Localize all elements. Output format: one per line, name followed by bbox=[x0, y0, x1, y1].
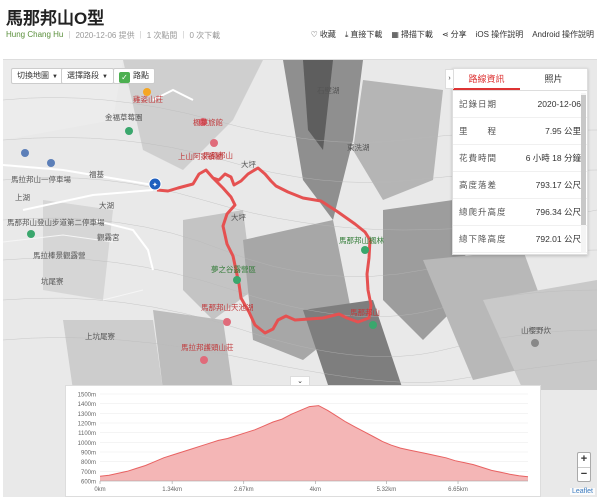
y-tick-label: 1100m bbox=[78, 431, 96, 437]
divider: | bbox=[182, 30, 185, 39]
y-tick-label: 1400m bbox=[78, 402, 96, 408]
info-row: 總爬升高度 796.34 公尺 bbox=[453, 199, 587, 226]
info-row: 里 程 7.95 公里 bbox=[453, 118, 587, 145]
x-tick-label: 2.67km bbox=[234, 487, 254, 493]
peak-pin-icon[interactable] bbox=[369, 321, 377, 329]
chevron-down-icon: ▼ bbox=[102, 74, 108, 80]
camp-pin-icon[interactable] bbox=[27, 230, 35, 238]
android-help-link[interactable]: Android 操作說明 bbox=[532, 29, 594, 40]
map-label: 金福草莓園 bbox=[105, 112, 143, 122]
restaurant-pin-icon[interactable] bbox=[210, 139, 218, 147]
map-label: 楓葉旅館 bbox=[193, 117, 223, 127]
x-tick-label: 5.32km bbox=[377, 487, 397, 493]
y-tick-label: 900m bbox=[81, 451, 96, 457]
divider: | bbox=[139, 30, 142, 39]
map-label: 夢之谷露營區 bbox=[211, 264, 256, 274]
map-label: 上湖 bbox=[15, 193, 30, 202]
switch-map-dropdown[interactable]: 切換地圖 ▼ bbox=[11, 68, 64, 84]
start-marker[interactable]: ✦ bbox=[148, 177, 162, 191]
zoom-out-button[interactable]: − bbox=[578, 467, 590, 481]
map-label: 山櫻野炊 bbox=[521, 325, 551, 335]
map-label: 馬那邦山 bbox=[203, 150, 233, 160]
route-info-panel: › 路線資訊 照片 記錄日期 2020-12-06 里 程 7.95 公里 花費時間… bbox=[445, 68, 588, 255]
y-tick-label: 600m bbox=[81, 480, 96, 486]
map-label: 石壁湖 bbox=[317, 85, 340, 95]
panel-collapse-button[interactable]: › bbox=[445, 69, 454, 89]
chevron-down-icon: ▼ bbox=[52, 74, 58, 80]
checkmark-icon: ✓ bbox=[119, 72, 130, 83]
x-tick-label: 1.34km bbox=[162, 487, 182, 493]
click-count: 1 次點閱 bbox=[146, 31, 178, 40]
qr-code-icon: ▦ bbox=[391, 30, 399, 39]
panel-tabs: 路線資訊 照片 bbox=[453, 69, 587, 91]
divider: | bbox=[68, 30, 71, 39]
y-tick-label: 1500m bbox=[78, 393, 96, 399]
y-tick-label: 1300m bbox=[78, 412, 96, 418]
zoom-in-button[interactable]: + bbox=[578, 453, 590, 467]
y-tick-label: 700m bbox=[81, 470, 96, 476]
direct-download-button[interactable]: ⤓ 直接下載 bbox=[345, 29, 383, 40]
attribution-link[interactable]: Leaflet bbox=[569, 488, 595, 495]
ios-help-link[interactable]: iOS 操作說明 bbox=[476, 29, 524, 40]
select-route-dropdown[interactable]: 選擇路段 ▼ bbox=[61, 68, 114, 84]
action-bar: ♡ 收藏 ⤓ 直接下載 ▦ 掃描下載 ⋖ 分享 iOS 操作說明 Android 操作說… bbox=[311, 29, 594, 40]
camp-pin-icon[interactable] bbox=[233, 276, 241, 284]
map-label: 馬那邦山 bbox=[350, 307, 380, 317]
waypoint-toggle[interactable]: ✓ 路點 bbox=[113, 68, 155, 84]
map-label: 大湖 bbox=[99, 200, 114, 210]
lodge-pin-icon[interactable] bbox=[200, 356, 208, 364]
download-count: 0 次下載 bbox=[189, 31, 221, 40]
y-tick-label: 800m bbox=[81, 460, 96, 466]
map-label: 馬拉棒景觀露營 bbox=[33, 250, 86, 260]
tab-route-info[interactable]: 路線資訊 bbox=[453, 69, 520, 90]
info-row: 總下降高度 792.01 公尺 bbox=[453, 226, 587, 253]
parking-pin-icon[interactable] bbox=[21, 149, 29, 157]
elevation-chart[interactable]: 1500m 1400m 1300m 1200m 1100m 1000m 900m 800m 70… bbox=[65, 385, 541, 497]
author-link[interactable]: Hung Chang Hu bbox=[6, 30, 63, 41]
scan-download-button[interactable]: ▦ 掃描下載 bbox=[391, 29, 433, 40]
y-tick-label: 1000m bbox=[78, 441, 96, 447]
map-label: 上坑尾寮 bbox=[85, 331, 115, 341]
info-row: 記錄日期 2020-12-06 bbox=[453, 91, 587, 118]
lake-pin-icon[interactable] bbox=[223, 318, 231, 326]
zoom-control: + − bbox=[577, 452, 591, 482]
map-label: 馬拉邦護頭山莊 bbox=[181, 342, 234, 352]
info-row: 花費時間 6 小時 18 分鐘 bbox=[453, 145, 587, 172]
map-label: 東洗湖 bbox=[347, 142, 370, 152]
elevation-svg: 1500m 1400m 1300m 1200m 1100m 1000m 900m 800m 70… bbox=[78, 393, 529, 493]
park-pin-icon[interactable] bbox=[125, 127, 133, 135]
map-label: 馬那邦山天池湖 bbox=[201, 302, 254, 312]
heart-icon: ♡ bbox=[310, 30, 318, 39]
download-icon: ⤓ bbox=[344, 30, 349, 39]
upload-date: 2020-12-06 提供 bbox=[75, 31, 135, 40]
svg-text:✦: ✦ bbox=[152, 181, 158, 189]
share-button[interactable]: ⋖ 分享 bbox=[442, 29, 467, 40]
panel-scrollbar[interactable] bbox=[581, 93, 586, 253]
picnic-pin-icon[interactable] bbox=[531, 339, 539, 347]
map-label: 馬那邦山登山步道第二停車場 bbox=[7, 217, 105, 227]
page-title: 馬那邦山O型 bbox=[6, 9, 105, 28]
map-label: 大坪 bbox=[241, 159, 256, 169]
x-tick-label: 4km bbox=[310, 487, 321, 493]
route-meta: Hung Chang Hu | 2020-12-06 提供 | 1 次點閱 | … bbox=[6, 30, 220, 41]
scrollbar-thumb[interactable] bbox=[581, 95, 586, 225]
map-label: 馬那邦山楓林 bbox=[339, 235, 384, 245]
elevation-area bbox=[100, 405, 528, 481]
map-view[interactable]: ✦ 雞姿山莊 金福草莓園 楓葉旅館 上山阿家餐廳 馬拉邦山一停車場 馬那邦山登山… bbox=[3, 59, 597, 497]
parking-pin-icon[interactable] bbox=[47, 159, 55, 167]
x-tick-label: 0km bbox=[94, 487, 105, 493]
favorite-button[interactable]: ♡ 收藏 bbox=[311, 29, 336, 40]
map-label: 馬拉邦山一停車場 bbox=[11, 174, 71, 184]
info-row: 高度落差 793.17 公尺 bbox=[453, 172, 587, 199]
map-label: 坑尾寮 bbox=[41, 276, 64, 286]
tab-photos[interactable]: 照片 bbox=[520, 69, 587, 90]
map-label: 福基 bbox=[89, 169, 104, 179]
forest-pin-icon[interactable] bbox=[361, 246, 369, 254]
map-label: 大坪 bbox=[231, 212, 246, 222]
share-icon: ⋖ bbox=[441, 30, 449, 39]
y-tick-label: 1200m bbox=[78, 422, 96, 428]
map-label: 觀霧宮 bbox=[97, 232, 120, 242]
x-tick-label: 6.65km bbox=[448, 487, 468, 493]
map-label: 雞姿山莊 bbox=[133, 94, 163, 104]
